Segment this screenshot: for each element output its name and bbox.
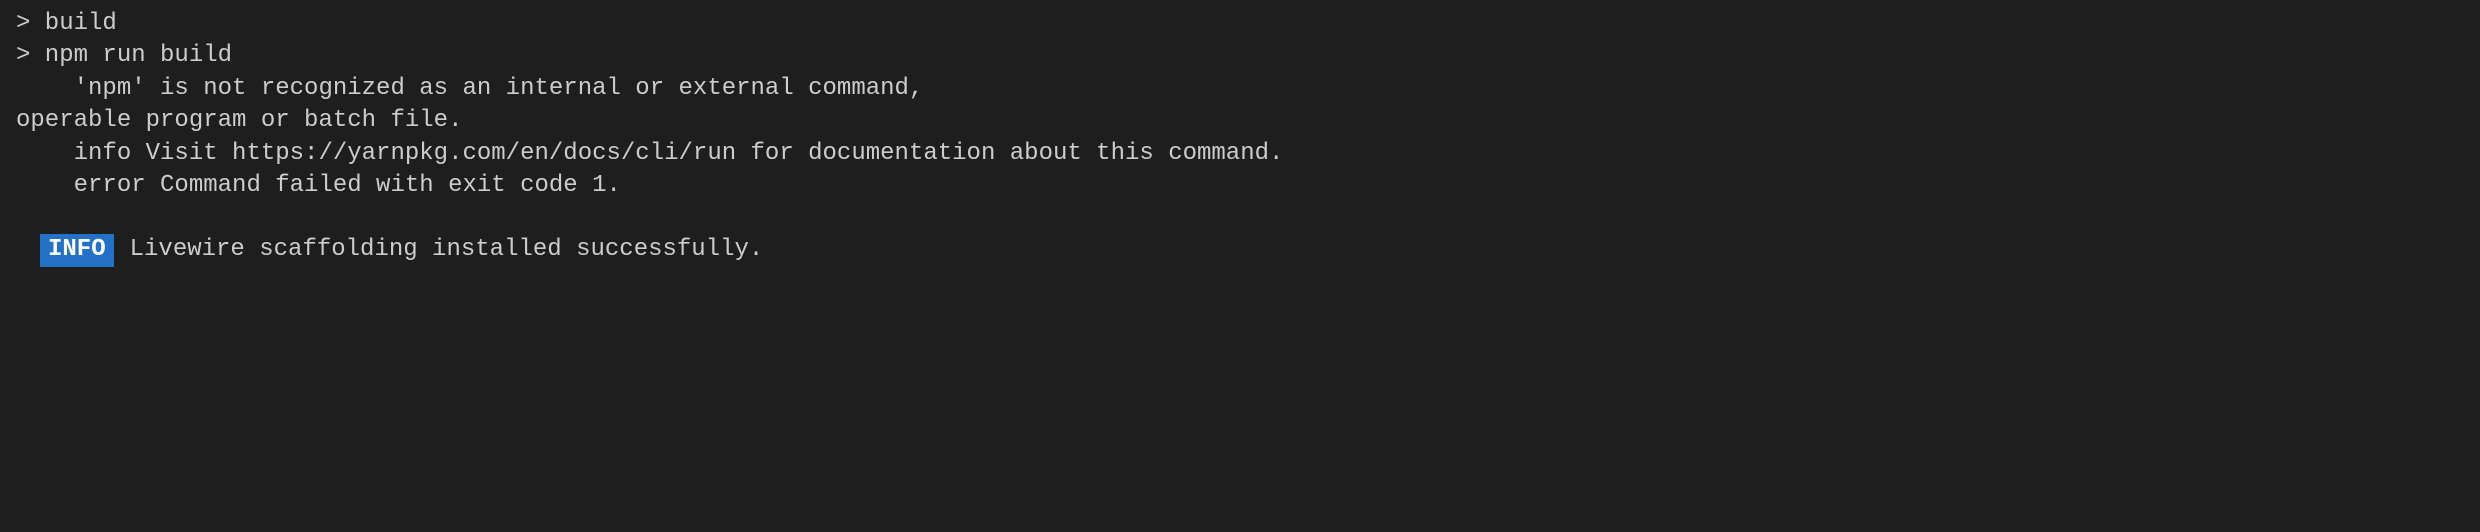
terminal-line: 'npm' is not recognized as an internal o… xyxy=(0,73,2480,105)
info-line: INFO Livewire scaffolding installed succ… xyxy=(0,234,2480,266)
terminal-line: > build xyxy=(0,8,2480,40)
terminal-line: info Visit https://yarnpkg.com/en/docs/c… xyxy=(0,138,2480,170)
terminal-line: error Command failed with exit code 1. xyxy=(0,170,2480,202)
info-badge: INFO xyxy=(40,234,114,266)
terminal-line: > npm run build xyxy=(0,40,2480,72)
info-message: Livewire scaffolding installed successfu… xyxy=(130,234,764,266)
terminal-line: operable program or batch file. xyxy=(0,105,2480,137)
blank-line xyxy=(0,202,2480,234)
terminal-output: > build > npm run build 'npm' is not rec… xyxy=(0,8,2480,532)
